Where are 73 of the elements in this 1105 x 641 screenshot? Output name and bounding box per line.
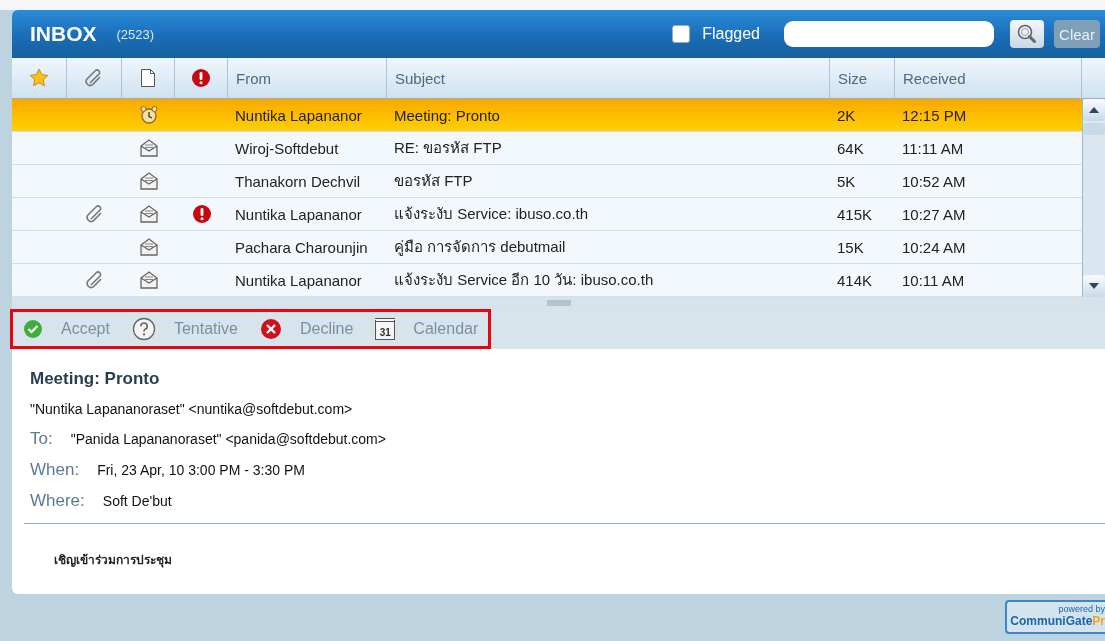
subject-cell-text: Meeting: Pronto bbox=[393, 105, 501, 126]
time-cell-text: 10:24 AM bbox=[901, 237, 967, 258]
logo: powered by CommuniGatePr bbox=[1005, 600, 1105, 634]
field-value: "Panida Lapananoraset" <panida@softdebut.com> bbox=[70, 431, 386, 447]
exclamation-icon bbox=[191, 68, 211, 88]
time-cell-text: 10:52 AM bbox=[901, 171, 967, 192]
paperclip-icon bbox=[84, 270, 105, 290]
size-cell-text: 2K bbox=[836, 105, 857, 126]
document-icon bbox=[140, 68, 156, 88]
subject-cell-text: แจ้งระงับ Service อีก 10 วัน: ibuso.co.th bbox=[393, 270, 655, 290]
column-header[interactable]: Size bbox=[830, 58, 895, 99]
check-icon bbox=[23, 319, 43, 339]
size-cell-text: 5K bbox=[836, 171, 857, 192]
toolbar-button[interactable]: Tentative bbox=[131, 317, 238, 341]
scrollbar-thumb[interactable] bbox=[1083, 123, 1105, 135]
sender-cell-text: Nuntika Lapananor bbox=[234, 105, 363, 126]
time-cell-text: 10:11 AM bbox=[901, 270, 966, 291]
field-label: When: bbox=[30, 460, 80, 480]
message-body: เชิญเข้าร่วมการประชุม bbox=[54, 552, 173, 569]
subject-cell-text: คู่มือ การจัดการ debutmail bbox=[393, 237, 567, 258]
star-icon bbox=[29, 68, 49, 88]
size-cell-text: 64K bbox=[836, 138, 865, 159]
search-icon bbox=[1016, 23, 1038, 45]
time-cell-text: 11:11 AM bbox=[901, 138, 965, 159]
column-header[interactable]: From bbox=[228, 58, 387, 99]
search-field[interactable] bbox=[784, 21, 994, 47]
toolbar-button[interactable]: Decline bbox=[259, 318, 354, 340]
message-row[interactable]: Nuntika Lapananor Meeting: Pronto 2K 12:15 PM bbox=[12, 99, 1082, 132]
flagged-label: Flagged bbox=[702, 25, 760, 43]
priority-icon bbox=[191, 204, 212, 224]
header-corner bbox=[1082, 58, 1105, 99]
sender-cell-text: Pachara Charounjin bbox=[234, 237, 369, 258]
folder-title: INBOX bbox=[30, 22, 97, 46]
down-arrow-icon bbox=[1089, 283, 1099, 289]
paperclip-icon bbox=[84, 68, 104, 88]
size-cell-text: 414K bbox=[836, 270, 874, 291]
flagged-checkbox[interactable] bbox=[672, 25, 691, 43]
up-arrow-icon bbox=[1089, 107, 1099, 113]
envelope-icon bbox=[138, 204, 159, 224]
calendar-icon: 31 bbox=[375, 318, 396, 340]
field-value: Soft De'but bbox=[102, 493, 172, 509]
size-cell-text: 15K bbox=[836, 237, 865, 258]
time-cell-text: 10:27 AM bbox=[901, 204, 967, 225]
sender-address: "Nuntika Lapananoraset" <nuntika@softdebut.com> bbox=[30, 401, 354, 417]
envelope-icon bbox=[138, 171, 159, 191]
envelope-icon bbox=[138, 138, 159, 158]
question-icon bbox=[131, 317, 156, 341]
field-value: Fri, 23 Apr, 10 3:00 PM - 3:30 PM bbox=[97, 462, 305, 478]
sender-cell-text: Nuntika Lapananor bbox=[234, 270, 363, 291]
field-label: To: bbox=[30, 429, 53, 449]
sender-cell-text: Nuntika Lapananor bbox=[234, 204, 363, 225]
alarm-clock-icon bbox=[138, 105, 159, 125]
envelope-icon bbox=[138, 270, 159, 290]
column-header[interactable]: Received bbox=[895, 58, 1082, 99]
sender-cell-text: Wiroj-Softdebut bbox=[234, 138, 340, 159]
paperclip-icon bbox=[84, 204, 105, 224]
subject-cell-text: แจ้งระงับ Service: ibuso.co.th bbox=[393, 204, 590, 224]
subject-cell-text: RE: ขอรหัส FTP bbox=[393, 138, 503, 158]
column-header[interactable]: Subject bbox=[387, 58, 830, 99]
toolbar-button[interactable]: 31 Calendar bbox=[375, 318, 479, 340]
envelope-icon bbox=[138, 237, 159, 257]
subject-cell-text: ขอรหัส FTP bbox=[393, 171, 474, 191]
message-subject: Meeting: Pronto bbox=[30, 369, 161, 389]
time-cell-text: 12:15 PM bbox=[901, 105, 968, 126]
toolbar-button[interactable]: Accept bbox=[23, 319, 110, 339]
close-icon bbox=[259, 318, 282, 340]
splitter-handle-icon[interactable] bbox=[546, 300, 571, 306]
size-cell-text: 415K bbox=[836, 204, 874, 225]
sender-cell-text: Thanakorn Dechvil bbox=[234, 171, 362, 192]
field-label: Where: bbox=[30, 491, 85, 511]
message-count: (2523) bbox=[116, 26, 155, 42]
scrollbar[interactable] bbox=[1082, 99, 1105, 297]
search-button[interactable] bbox=[1010, 20, 1044, 48]
